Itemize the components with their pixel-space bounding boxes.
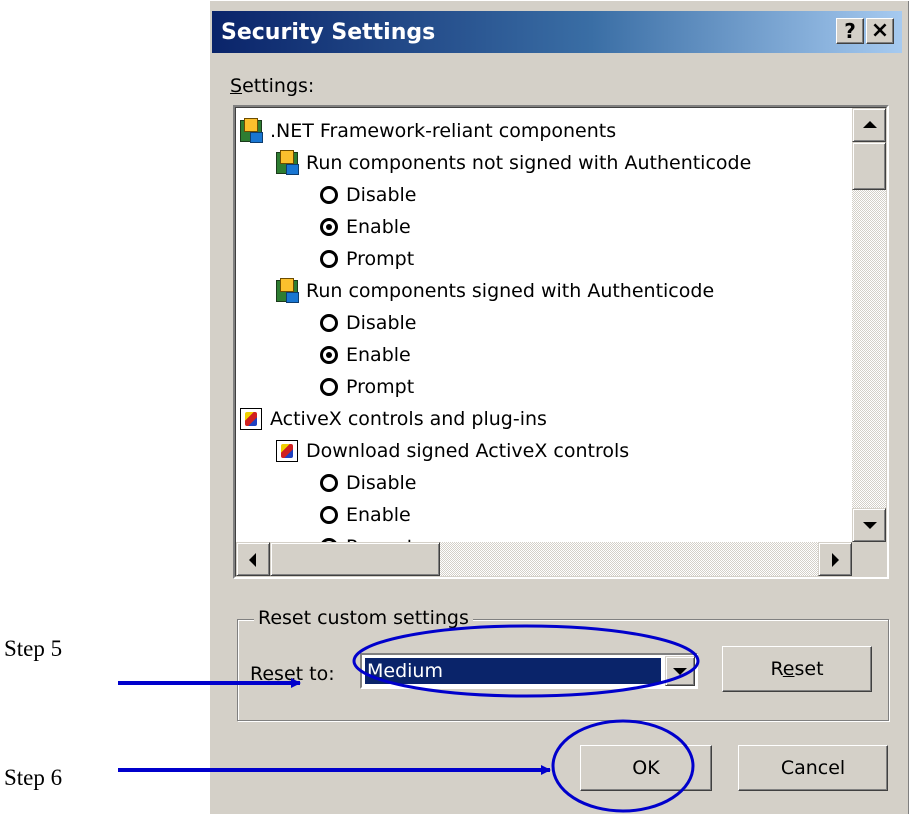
reset-button-post: set: [794, 658, 824, 680]
radio-checked-icon[interactable]: [320, 218, 338, 236]
vertical-scroll-thumb[interactable]: [852, 142, 886, 190]
tree-item-label: ActiveX controls and plug-ins: [270, 408, 547, 430]
settings-tree[interactable]: .NET Framework-reliant components Run com…: [233, 105, 889, 579]
help-button[interactable]: ?: [836, 18, 864, 44]
scroll-right-button[interactable]: [818, 542, 852, 576]
activex-icon: [240, 408, 262, 430]
scroll-up-button[interactable]: [852, 108, 886, 142]
radio-option[interactable]: Enable: [320, 500, 411, 530]
net-framework-icon: [240, 118, 263, 143]
radio-unchecked-icon[interactable]: [320, 250, 338, 268]
radio-checked-icon[interactable]: [320, 346, 338, 364]
tree-item-label: Enable: [346, 504, 411, 526]
radio-unchecked-icon[interactable]: [320, 314, 338, 332]
scrollbar-corner: [852, 542, 886, 576]
reset-button[interactable]: Reset: [722, 646, 872, 692]
settings-label-rest: ettings:: [242, 75, 315, 97]
tree-setting[interactable]: Run components not signed with Authentic…: [276, 148, 751, 178]
settings-label: Settings:: [230, 75, 314, 97]
tree-item-label: Disable: [346, 312, 417, 334]
reset-level-value: Medium: [364, 657, 662, 685]
tree-item-label: Disable: [346, 472, 417, 494]
security-settings-dialog: Security Settings ? × Settings: .NET Fra…: [208, 0, 909, 814]
tree-item-label: Download signed ActiveX controls: [306, 440, 630, 462]
tree-item-label: Enable: [346, 216, 411, 238]
radio-unchecked-icon[interactable]: [320, 186, 338, 204]
horizontal-scroll-thumb[interactable]: [270, 542, 440, 576]
reset-to-rest: eset to:: [262, 663, 335, 685]
tree-category[interactable]: .NET Framework-reliant components: [240, 116, 616, 146]
close-button[interactable]: ×: [866, 18, 894, 44]
radio-unchecked-icon[interactable]: [320, 506, 338, 524]
tree-item-label: Run components not signed with Authentic…: [306, 152, 752, 174]
dialog-title: Security Settings: [221, 20, 436, 45]
vertical-scrollbar[interactable]: [852, 108, 886, 542]
reset-to-label: Reset to:: [250, 663, 335, 685]
radio-option[interactable]: Enable: [320, 340, 411, 370]
tree-item-label: Enable: [346, 344, 411, 366]
radio-unchecked-icon[interactable]: [320, 474, 338, 492]
tree-item-label: Prompt: [346, 376, 415, 398]
arrow-up-icon: [863, 121, 877, 128]
scroll-left-button[interactable]: [236, 542, 270, 576]
chevron-down-icon: [673, 668, 687, 675]
radio-option[interactable]: Prompt: [320, 372, 414, 402]
radio-option[interactable]: Disable: [320, 468, 416, 498]
arrow-right-icon: [832, 553, 839, 567]
tree-setting[interactable]: Download signed ActiveX controls: [276, 436, 629, 466]
radio-option[interactable]: Enable: [320, 212, 411, 242]
arrow-left-icon: [249, 553, 256, 567]
tree-item-label: Run components signed with Authenticode: [306, 280, 715, 302]
reset-button-pre: R: [770, 658, 783, 680]
radio-unchecked-icon[interactable]: [320, 378, 338, 396]
reset-level-dropdown-button[interactable]: [665, 656, 695, 686]
net-framework-icon: [276, 278, 299, 303]
radio-option[interactable]: Prompt: [320, 532, 414, 542]
tree-item-label: Prompt: [346, 248, 415, 270]
radio-option[interactable]: Disable: [320, 308, 416, 338]
arrow-down-icon: [863, 522, 877, 529]
tree-item-label: .NET Framework-reliant components: [270, 120, 617, 142]
step-5-label: Step 5: [4, 636, 63, 661]
radio-option[interactable]: Prompt: [320, 244, 414, 274]
activex-icon: [276, 440, 298, 462]
reset-button-accel: e: [782, 658, 795, 680]
tree-category[interactable]: ActiveX controls and plug-ins: [240, 404, 547, 434]
settings-tree-inner: .NET Framework-reliant components Run com…: [235, 107, 887, 577]
step-6-label: Step 6: [4, 765, 63, 790]
reset-group-legend: Reset custom settings: [254, 607, 473, 629]
title-bar[interactable]: Security Settings ? ×: [212, 11, 902, 53]
settings-tree-rows: .NET Framework-reliant components Run com…: [236, 108, 852, 542]
ok-button[interactable]: OK: [580, 745, 712, 791]
tree-item-label: Disable: [346, 184, 417, 206]
radio-option[interactable]: Disable: [320, 180, 416, 210]
tree-setting[interactable]: Run components signed with Authenticode: [276, 276, 714, 306]
net-framework-icon: [276, 150, 299, 175]
scroll-down-button[interactable]: [852, 508, 886, 542]
settings-label-accel: S: [230, 75, 243, 97]
reset-level-select[interactable]: Medium: [360, 653, 698, 689]
cancel-button[interactable]: Cancel: [738, 745, 888, 791]
reset-to-accel: R: [250, 663, 263, 685]
horizontal-scrollbar[interactable]: [236, 542, 852, 576]
